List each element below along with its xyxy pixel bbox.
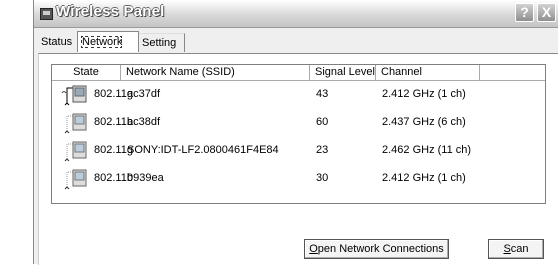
network-channel: 2.437 GHz (6 ch) — [382, 116, 466, 128]
column-header-channel[interactable]: Channel — [376, 65, 480, 80]
network-ssid: SONY:IDT-LF2.0800461F4E84 — [127, 144, 279, 156]
network-signal: 23 — [316, 144, 329, 156]
open-button-accelerator: O — [309, 243, 318, 255]
close-button[interactable]: X — [537, 3, 556, 22]
scan-button-accelerator: S — [503, 243, 511, 255]
title-bar[interactable]: Wireless Panel ? X — [34, 0, 558, 28]
list-header: State Network Name (SSID) Signal Level C… — [52, 65, 545, 81]
network-icon — [64, 169, 87, 190]
list-item[interactable]: 802.11b ac38df 60 2.437 GHz (6 ch) — [52, 109, 545, 135]
tab-network-list[interactable]: Network List — [77, 31, 139, 69]
tab-setting[interactable]: Setting — [139, 33, 185, 52]
wireless-panel-window: Wireless Panel ? X Status Network List S… — [33, 0, 558, 265]
app-icon — [40, 8, 53, 20]
tab-status[interactable]: Status — [38, 33, 76, 52]
network-list-panel: State Network Name (SSID) Signal Level C… — [38, 53, 558, 265]
window-title: Wireless Panel — [56, 3, 165, 20]
network-channel: 2.412 GHz (1 ch) — [382, 88, 466, 100]
column-header-signal[interactable]: Signal Level — [310, 65, 376, 80]
connected-network-icon — [61, 85, 87, 106]
network-icon — [64, 141, 87, 162]
network-ssid: 0939ea — [127, 172, 164, 184]
network-ssid: ac37df — [127, 88, 161, 100]
network-list[interactable]: State Network Name (SSID) Signal Level C… — [51, 64, 546, 204]
open-button-label: pen Network Connections — [317, 243, 444, 255]
network-channel: 2.462 GHz (11 ch) — [382, 144, 472, 156]
network-signal: 30 — [316, 172, 329, 184]
network-ssid: ac38df — [127, 116, 161, 128]
open-network-connections-button[interactable]: Open Network Connections — [304, 239, 449, 259]
column-header-ssid[interactable]: Network Name (SSID) — [121, 65, 310, 80]
list-item[interactable]: 802.11g ac37df 43 2.412 GHz (1 ch) — [52, 81, 545, 107]
help-button[interactable]: ? — [515, 3, 534, 22]
network-channel: 2.412 GHz (1 ch) — [382, 172, 466, 184]
scan-button[interactable]: Scan — [488, 239, 544, 259]
network-signal: 60 — [316, 116, 329, 128]
column-header-empty — [480, 65, 547, 80]
network-signal: 43 — [316, 88, 329, 100]
scan-button-label: can — [510, 243, 529, 255]
network-icon — [64, 113, 87, 134]
column-header-state[interactable]: State — [52, 65, 121, 80]
list-item[interactable]: 802.11g SONY:IDT-LF2.0800461F4E84 23 2.4… — [52, 137, 545, 163]
list-item[interactable]: 802.11b 0939ea 30 2.412 GHz (1 ch) — [52, 165, 545, 191]
